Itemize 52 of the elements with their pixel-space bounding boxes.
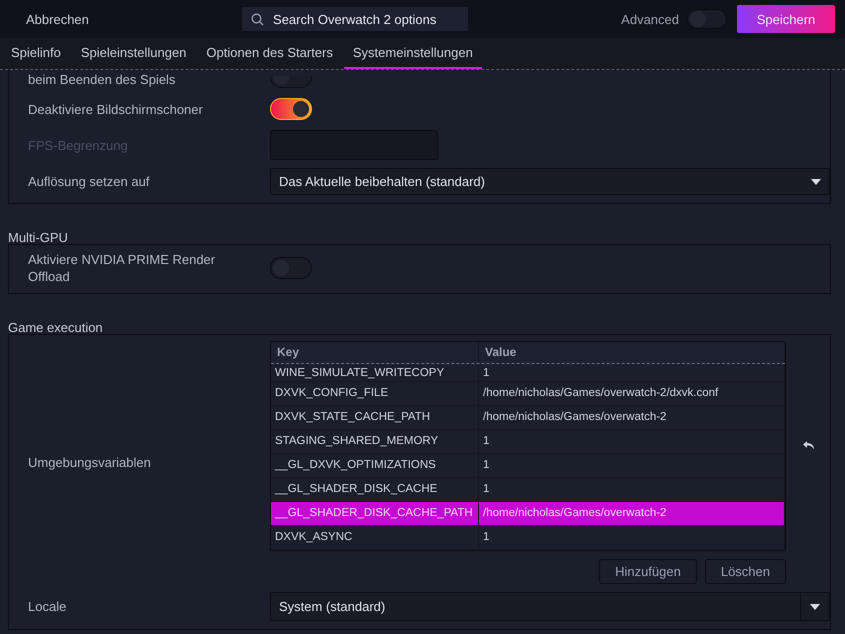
caret-icon [811,178,821,184]
table-row[interactable]: STAGING_SHARED_MEMORY 1 [271,430,785,454]
column-header: Value [479,342,785,363]
value-cell: /home/nicholas/Games/overwatch-2 [479,406,785,429]
value-cell: 1 [479,430,785,453]
setting-label: Umgebungsvariablen [28,454,152,471]
tab[interactable]: Optionen des Starters [197,38,342,69]
delete-button[interactable]: Löschen [704,559,786,584]
setting-label: Deaktiviere Bildschirmschoner [28,100,204,118]
value-cell: 1 [479,526,785,549]
key-cell: DXVK_STATE_CACHE_PATH [271,406,479,429]
toggle-switch[interactable] [270,98,312,120]
tab[interactable]: Systemeinstellungen [344,38,482,69]
setting-label: Aktiviere NVIDIA PRIME Render Offload [28,251,216,285]
key-cell: WINE_SIMULATE_WRITECOPY [271,365,479,381]
value-cell: /home/nicholas/Games/overwatch-2 [479,502,785,525]
search-field[interactable]: Search Overwatch 2 options [242,7,468,31]
key-cell: __GL_SHADER_DISK_CACHE [271,478,479,501]
setting-label: FPS-Begrenzung [28,136,129,154]
tab[interactable]: Spieleinstellungen [72,38,196,69]
resolution-dropdown[interactable]: Das Aktuelle beibehalten (standard) [270,168,830,195]
key-cell: DXVK_CONFIG_FILE [271,382,479,405]
setting-label: beim Beenden des Spiels [28,71,176,88]
section-title: Multi-GPU [8,230,69,244]
table-row[interactable]: DXVK_CONFIG_FILE /home/nicholas/Games/overwatch-2/dxvk.conf [271,382,785,406]
locale-combobox[interactable]: System (standard) [270,592,830,621]
setting-label: Auflösung setzen auf [28,173,150,190]
value-cell: 1 [479,478,785,501]
tab[interactable]: Spielinfo [2,38,70,69]
column-header: Key [271,342,479,363]
table-row[interactable]: DXVK_STATE_CACHE_PATH /home/nicholas/Games/overwatch-2 [271,406,785,430]
table-row[interactable]: __GL_DXVK_OPTIMIZATIONS 1 [271,454,785,478]
add-button[interactable]: Hinzufügen [599,559,697,584]
key-cell: STAGING_SHARED_MEMORY [271,430,479,453]
toggle-switch[interactable] [270,257,312,279]
table-row[interactable]: __GL_SHADER_DISK_CACHE_PATH /home/nicholas/Games/overwatch-2 [271,502,785,526]
value-cell: 1 [479,454,785,477]
table-row[interactable]: DXVK_ASYNC 1 [271,526,785,550]
setting-label: Locale [28,598,68,615]
table-row[interactable]: WINE_SIMULATE_WRITECOPY 1 [271,364,785,382]
advanced-label: Advanced [621,12,679,26]
section-title: Game execution [8,320,104,334]
caret-icon [810,604,820,610]
key-cell: DXVK_ASYNC [271,526,479,549]
cancel-button[interactable]: Abbrechen [26,12,89,26]
value-cell: /home/nicholas/Games/overwatch-2/dxvk.conf [479,382,785,405]
save-button[interactable]: Speichern [737,5,835,33]
value-cell: 1 [479,365,785,381]
key-cell: __GL_SHADER_DISK_CACHE_PATH [271,502,479,525]
key-cell: __GL_DXVK_OPTIMIZATIONS [271,454,479,477]
advanced-toggle[interactable] [687,9,727,29]
search-icon [251,12,264,26]
